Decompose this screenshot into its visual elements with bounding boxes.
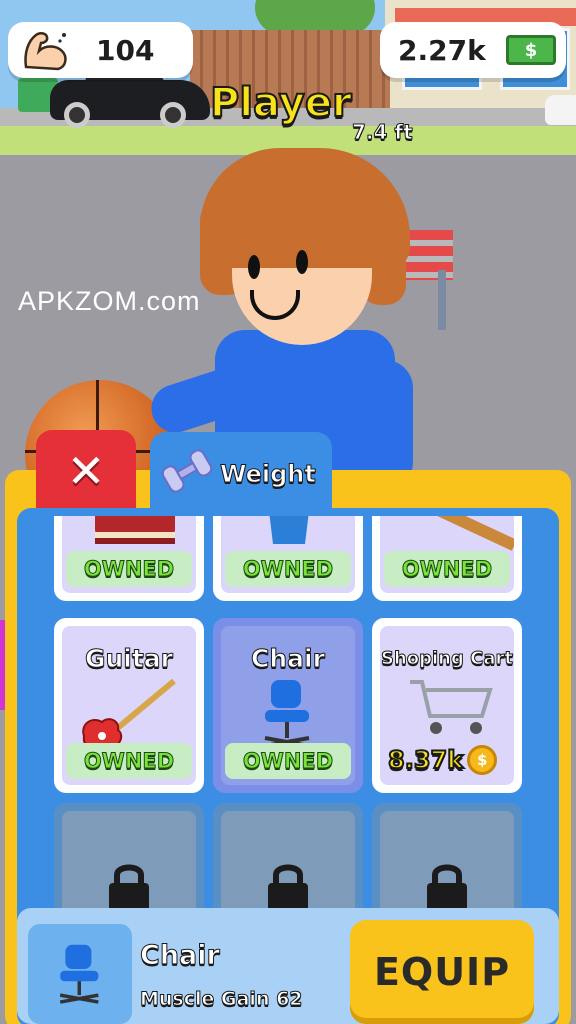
item-card-locked[interactable]: [372, 803, 522, 908]
item-name: Chair: [251, 644, 326, 674]
owned-label: OWNED: [242, 749, 334, 774]
tab-weight[interactable]: Weight: [150, 432, 332, 516]
item-name: Guitar: [84, 644, 174, 674]
item-card-locked[interactable]: [54, 803, 204, 908]
owned-badge: OWNED: [66, 743, 192, 779]
flexed-arm-icon: [24, 32, 67, 71]
owned-label: OWNED: [401, 557, 493, 582]
dumbbell-icon: [161, 449, 213, 493]
item-card-cup[interactable]: OWNED: [213, 516, 363, 601]
item-card-book[interactable]: OWNED: [54, 516, 204, 601]
equip-button[interactable]: EQUIP: [350, 920, 534, 1024]
coin-symbol: $: [476, 751, 488, 769]
owned-label: OWNED: [83, 749, 175, 774]
item-card-plank[interactable]: OWNED: [372, 516, 522, 601]
book-icon: [95, 516, 175, 544]
cup-icon: [269, 516, 309, 544]
money-symbol: $: [524, 39, 538, 61]
character-eye: [296, 250, 308, 274]
owned-badge: OWNED: [384, 551, 510, 587]
watermark: APKZOM.com: [18, 286, 201, 316]
tab-weight-label: Weight: [220, 460, 317, 489]
money-value: 2.27k: [398, 33, 486, 67]
owned-label: OWNED: [83, 557, 175, 582]
chair-icon: [59, 944, 99, 1004]
shopping-cart-icon: [410, 680, 493, 734]
equip-label: EQUIP: [373, 950, 511, 994]
owned-badge: OWNED: [66, 551, 192, 587]
item-card-guitar[interactable]: Guitar OWNED: [54, 618, 204, 793]
close-x-icon: ✕: [66, 444, 106, 498]
lock-icon: [268, 864, 308, 908]
money-counter: 2.27k $: [380, 22, 566, 78]
lock-icon: [427, 864, 467, 908]
item-card-locked[interactable]: [213, 803, 363, 908]
muscle-counter: 104: [8, 22, 193, 78]
car-wheel: [64, 102, 90, 128]
item-card-chair[interactable]: Chair OWNED: [213, 618, 363, 793]
lock-icon: [109, 864, 149, 908]
selected-item-thumbnail: [28, 924, 132, 1024]
cash-bill-icon: $: [506, 35, 556, 65]
selected-item-stat: Muscle Gain 62: [140, 988, 304, 1011]
selected-item-name: Chair: [140, 940, 221, 972]
plank-icon: [412, 516, 514, 551]
owned-badge: OWNED: [225, 551, 351, 587]
close-button[interactable]: ✕: [36, 430, 136, 512]
owned-label: OWNED: [242, 557, 334, 582]
coin-icon: $: [467, 745, 498, 775]
price-tag: 8.37k $: [387, 745, 498, 775]
white-car: [545, 95, 576, 125]
bench-leg: [438, 270, 446, 330]
player-name-label: Player: [209, 79, 353, 127]
item-name: Shoping Cart: [380, 648, 513, 670]
car-wheel: [160, 102, 186, 128]
item-grid: OWNED OWNED OWNED Guitar OWNED Chair OWN…: [40, 516, 536, 908]
owned-badge: OWNED: [225, 743, 351, 779]
character-eye: [248, 255, 260, 279]
player-height-label: 7.4 ft: [352, 120, 414, 145]
item-card-shopping-cart[interactable]: Shoping Cart 8.37k $: [372, 618, 522, 793]
muscle-value: 104: [96, 33, 155, 67]
item-price: 8.37k: [387, 745, 464, 775]
